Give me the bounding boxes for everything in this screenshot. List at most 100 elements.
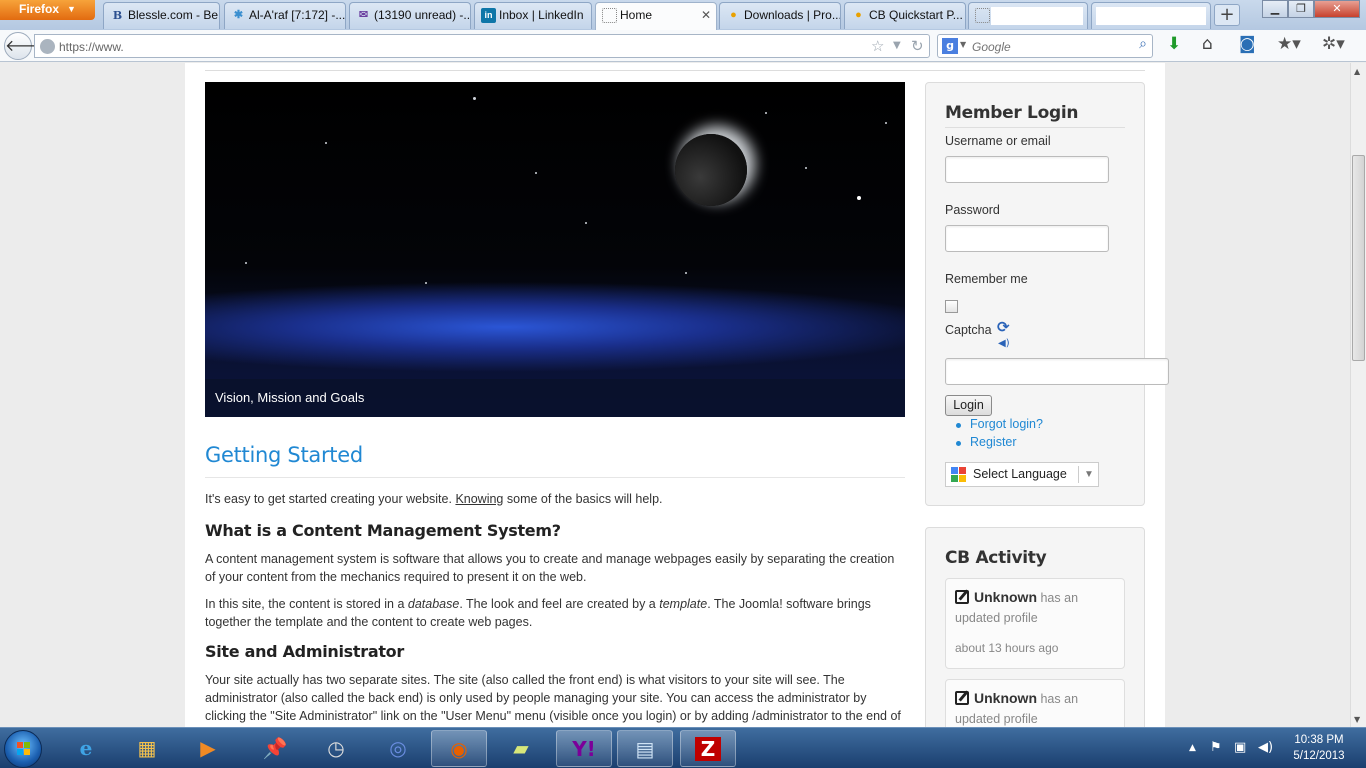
firefox-taskbar-icon[interactable]: ◉ — [431, 730, 487, 767]
minimize-window-button[interactable]: ▁ — [1262, 0, 1288, 18]
star — [245, 262, 247, 264]
cms-paragraph-1: A content management system is software … — [205, 552, 895, 584]
tab-redacted-2[interactable] — [1091, 2, 1211, 29]
engine-dropdown-icon[interactable]: ▼ — [960, 40, 966, 49]
back-button[interactable]: 🡐 — [4, 32, 48, 60]
home-icon[interactable]: ⌂ — [1202, 34, 1213, 54]
scroll-down-icon[interactable]: ▼ — [1354, 715, 1360, 724]
tab-downloads[interactable]: ● Downloads | Pro... — [719, 2, 841, 29]
password-label: Password — [945, 203, 1000, 217]
activity-timestamp: about 13 hours ago — [955, 641, 1059, 655]
navigation-toolbar: 🡐 ☆ ▼ ↻ g ▼ ⌕ ⬇ ⌂ ◙ ★▾ ✲▾ — [0, 30, 1366, 62]
tab-al-araf[interactable]: ✱ Al-A'raf [7:172] -... — [224, 2, 346, 29]
star — [325, 142, 327, 144]
file-explorer-icon[interactable]: ▦ — [119, 730, 175, 767]
blessle-favicon-icon: B — [112, 9, 123, 22]
remember-me-checkbox[interactable] — [945, 300, 958, 313]
tab-label: (13190 unread) -... — [374, 8, 471, 22]
scroll-up-icon[interactable]: ▲ — [1354, 67, 1360, 76]
tab-home[interactable]: Home ✕ — [595, 2, 717, 30]
star — [685, 272, 687, 274]
pushpin-app-icon[interactable]: 📌 — [247, 730, 303, 767]
network-icon[interactable]: ▣ — [1234, 740, 1246, 755]
member-login-module: Member Login Username or email Password … — [925, 82, 1169, 506]
password-input[interactable] — [945, 225, 1109, 252]
search-bar[interactable]: g ▼ ⌕ — [937, 34, 1153, 58]
activity-user-link[interactable]: Unknown — [955, 690, 1037, 706]
addon-icon[interactable]: ◙ — [1239, 34, 1256, 54]
intro-text: some of the basics will help. — [503, 492, 663, 506]
forgot-login-link[interactable]: Forgot login? — [970, 417, 1043, 431]
download-arrow-icon[interactable]: ⬇ — [1167, 34, 1181, 54]
module-title: CB Activity — [945, 548, 1047, 568]
star — [473, 97, 476, 100]
firefox-menu-label: Firefox — [19, 2, 60, 16]
activity-headline: Unknown has an — [955, 589, 1078, 605]
history-dropdown-icon[interactable]: ▼ — [893, 40, 901, 51]
yahoo-messenger-icon[interactable]: Y! — [556, 730, 612, 767]
star — [805, 167, 807, 169]
tab-redacted-1[interactable] — [968, 2, 1088, 29]
tab-label: CB Quickstart P... — [869, 8, 963, 22]
site-identity-icon[interactable] — [40, 39, 55, 54]
firefox-menu-button[interactable]: Firefox ▼ — [0, 0, 95, 20]
filezilla-icon[interactable]: Z — [680, 730, 736, 767]
chevron-down-icon: ▼ — [67, 4, 76, 14]
bookmark-star-icon[interactable]: ☆ — [871, 37, 884, 55]
hero-slideshow[interactable]: Vision, Mission and Goals — [205, 82, 905, 417]
show-hidden-icons-icon[interactable]: ▲ — [1189, 743, 1196, 753]
close-tab-icon[interactable]: ✕ — [701, 3, 711, 28]
internet-explorer-icon[interactable]: e — [58, 730, 114, 767]
audio-captcha-icon[interactable]: ◀) — [998, 338, 1010, 349]
taskbar-clock[interactable]: 10:38 PM 5/12/2013 — [1284, 732, 1354, 764]
sticky-notes-icon[interactable]: ▰ — [493, 730, 549, 767]
scrollbar-thumb[interactable] — [1352, 155, 1365, 361]
bookmarks-menu-icon[interactable]: ★▾ — [1277, 34, 1301, 54]
intro-text: It's easy to get started creating your w… — [205, 492, 456, 506]
cb-activity-module: CB Activity Unknown has an updated profi… — [925, 527, 1145, 727]
login-button[interactable]: Login — [945, 395, 992, 416]
bullet — [956, 441, 961, 446]
url-bar[interactable]: ☆ ▼ ↻ — [34, 34, 930, 58]
bullet — [956, 423, 961, 428]
knowing-link[interactable]: Knowing — [455, 492, 503, 506]
blank-page-icon — [602, 8, 617, 23]
start-button[interactable] — [4, 730, 42, 768]
vertical-scrollbar[interactable]: ▲ ▼ — [1350, 63, 1366, 727]
sync-app-icon[interactable]: ◎ — [370, 730, 426, 767]
redacted-tab-title — [1096, 7, 1206, 25]
search-icon[interactable]: ⌕ — [1139, 36, 1147, 52]
cms-heading: What is a Content Management System? — [205, 521, 561, 540]
mail-favicon-icon: ✉ — [358, 9, 369, 21]
close-window-button[interactable]: ✕ — [1314, 0, 1360, 18]
captcha-input[interactable] — [945, 358, 1169, 385]
language-select[interactable]: Select Language ▼ — [945, 462, 1099, 487]
activity-user-link[interactable]: Unknown — [955, 589, 1037, 605]
refresh-captcha-icon[interactable]: ⟳ — [997, 318, 1010, 336]
tab-linkedin[interactable]: in Inbox | LinkedIn — [474, 2, 592, 29]
volume-icon[interactable]: ◀) — [1258, 740, 1273, 755]
clock-app-icon[interactable]: ◷ — [308, 730, 364, 767]
google-engine-icon[interactable]: g — [942, 38, 958, 54]
notepad-icon[interactable]: ▤ — [617, 730, 673, 767]
star — [765, 112, 767, 114]
new-tab-button[interactable]: + — [1214, 4, 1240, 26]
search-input[interactable] — [972, 38, 1122, 55]
tools-icon[interactable]: ✲▾ — [1322, 34, 1345, 54]
article-title[interactable]: Getting Started — [205, 443, 905, 478]
reload-icon[interactable]: ↻ — [911, 37, 924, 55]
media-player-icon[interactable]: ▶ — [180, 730, 236, 767]
divider — [1078, 466, 1079, 483]
activity-action-line: updated profile — [955, 712, 1038, 726]
eclipse-planet-image — [675, 134, 747, 206]
tab-cb-quickstart[interactable]: ● CB Quickstart P... — [844, 2, 966, 29]
maximize-window-button[interactable]: ❐ — [1288, 0, 1314, 18]
star — [857, 196, 861, 200]
register-link[interactable]: Register — [970, 435, 1017, 449]
username-input[interactable] — [945, 156, 1109, 183]
tab-blessle[interactable]: B Blessle.com - Be... — [103, 2, 220, 29]
action-center-icon[interactable]: ⚑ — [1210, 740, 1222, 755]
url-input[interactable] — [59, 37, 859, 56]
star — [585, 222, 587, 224]
tab-mail[interactable]: ✉ (13190 unread) -... — [349, 2, 471, 29]
